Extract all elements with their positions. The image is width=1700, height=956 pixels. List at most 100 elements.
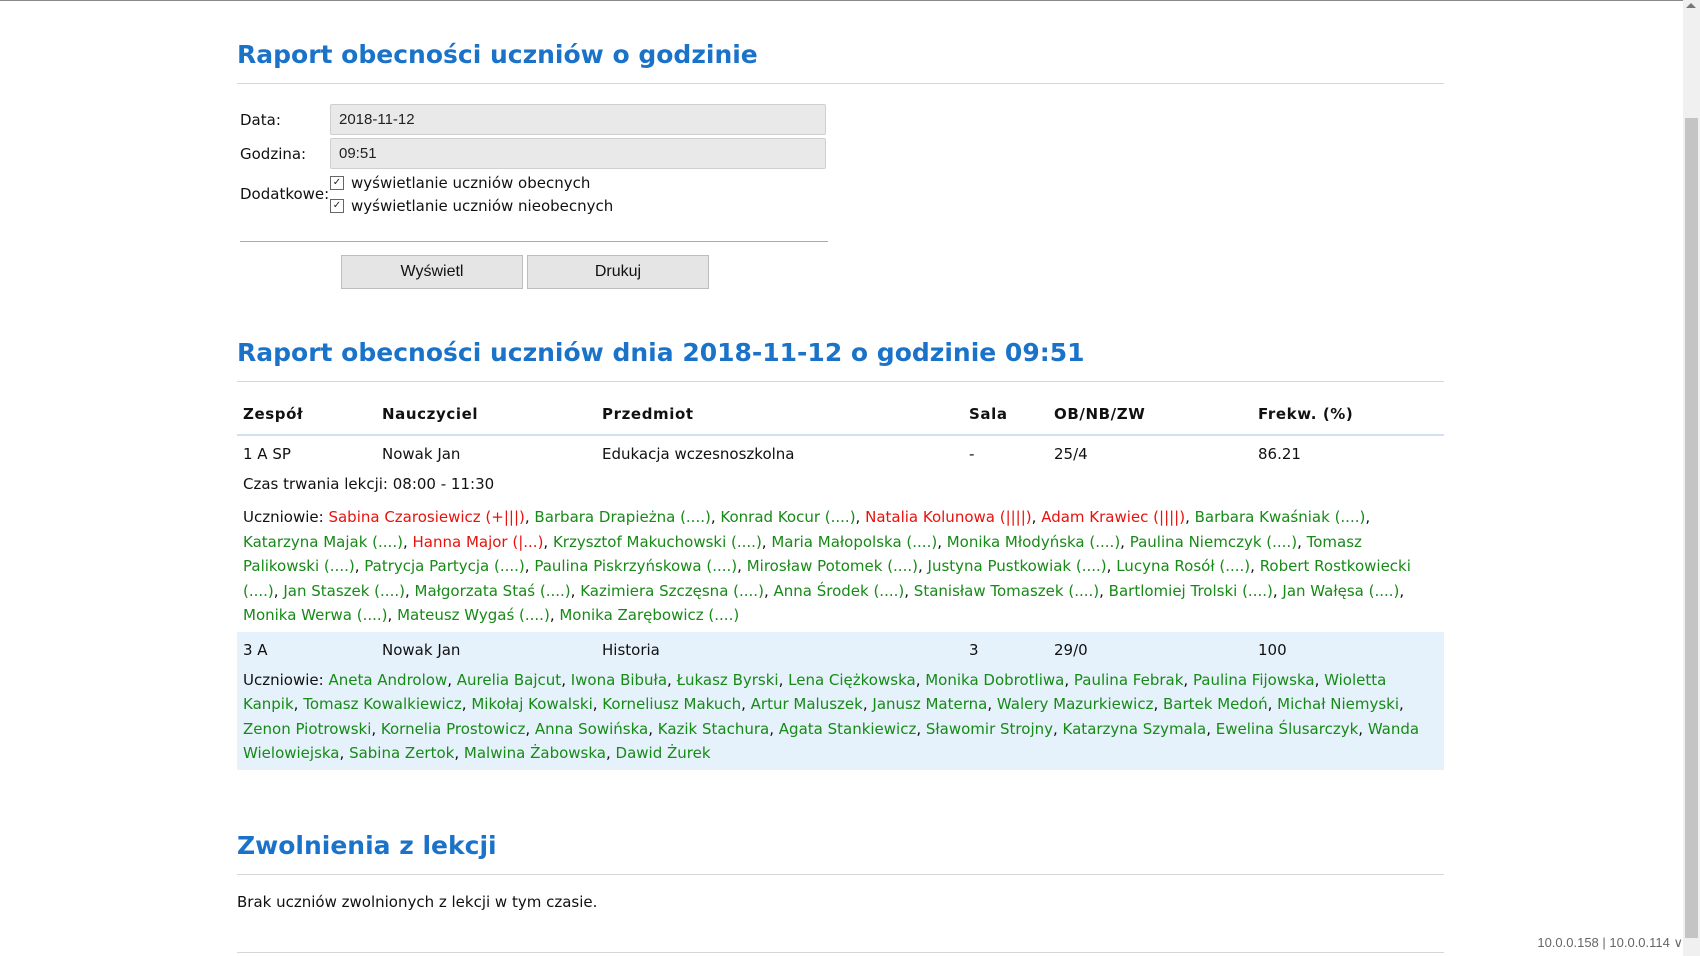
student-name: Lucyna Rosół (....) [1116,557,1251,575]
show-button[interactable]: Wyświetl [341,255,523,289]
dismissals-title: Zwolnienia z lekcji [237,831,1444,875]
student-name: Malwina Żabowska [463,744,606,762]
student-name: Sabina Zertok [349,744,455,762]
student-name: Hanna Major (|...) [412,532,544,551]
student-name: Konrad Kocur (....) [720,508,856,526]
student-list: Uczniowie: Sabina Czarosiewicz (+|||), B… [243,508,1411,624]
form-title: Raport obecności uczniów o godzinie [237,40,1444,84]
student-name: Monika Zarębowicz (....) [559,606,740,624]
student-name: Walery Mazurkiewicz [996,695,1154,713]
attendance-table: Zespół Nauczyciel Przedmiot Sala OB/NB/Z… [237,396,1444,770]
row-team: 1 A SP [243,445,291,463]
student-name: Jan Wałęsa (....) [1282,581,1400,600]
table-row: 1 A SP Nowak Jan Edukacja wczesnoszkolna… [237,436,1444,472]
student-name: Lena Ciężkowska [788,670,916,689]
student-list: Uczniowie: Aneta Androlow, Aurelia Bajcu… [243,670,1420,763]
absent-option[interactable]: ✓ wyświetlanie uczniów nieobecnych [330,194,613,217]
header-teacher: Nauczyciel [382,405,479,423]
student-name: Janusz Materna [872,695,988,713]
row-counts: 25/4 [1054,445,1088,463]
hour-input[interactable]: 09:51 [330,138,826,169]
page-scrollbar[interactable] [1683,0,1700,956]
student-name: Dawid Żurek [615,744,711,762]
student-name: Bartlomiej Trolski (....) [1108,581,1273,600]
scrollbar-thumb[interactable] [1685,118,1698,938]
lesson-duration: Czas trwania lekcji: 08:00 - 11:30 [243,475,495,493]
student-name: Agata Stankiewicz [778,719,917,738]
report-title: Raport obecności uczniów dnia 2018-11-12… [237,338,1444,382]
student-name: Aneta Androlow [328,670,448,689]
student-name: Michał Niemyski [1277,695,1400,713]
extra-options: ✓ wyświetlanie uczniów obecnych ✓ wyświe… [330,171,613,217]
student-name: Bartek Medoń [1163,695,1268,713]
date-input[interactable]: 2018-11-12 [330,104,826,135]
header-attendance: Frekw. (%) [1258,405,1354,423]
student-name: Kazik Stachura [657,719,770,738]
student-name: Tomasz Kowalkiewicz [303,695,462,713]
student-name: Iwona Bibuła [570,670,668,689]
student-name: Justyna Pustkowiak (....) [927,557,1107,575]
window-top-border [0,0,1700,1]
row-room: - [969,445,975,463]
student-name: Małgorzata Staś (....) [414,581,571,600]
row-teacher: Nowak Jan [382,640,461,659]
hour-row: Godzina: 09:51 [240,138,826,169]
student-name: Barbara Drapieżna (....) [534,508,711,526]
student-name: Patrycja Partycja (....) [364,557,525,575]
student-name: Monika Młodyńska (....) [946,532,1121,551]
student-name: Mirosław Potomek (....) [746,557,918,575]
present-checkbox[interactable]: ✓ [330,175,344,190]
student-name: Zenon Piotrowski [243,719,372,738]
dismissals-text: Brak uczniów zwolnionych z lekcji w tym … [237,893,598,911]
present-checkbox-label[interactable]: wyświetlanie uczniów obecnych [351,174,590,192]
student-name: Sabina Czarosiewicz (+|||) [328,508,525,526]
student-name: Maria Małopolska (....) [771,532,938,551]
date-label: Data: [240,110,281,129]
student-name: Stanisław Tomaszek (....) [913,581,1100,600]
student-name: Anna Sowińska [534,719,649,738]
student-name: Monika Werwa (....) [243,606,388,624]
students-label: Uczniowie: [243,670,324,689]
row-attendance: 100 [1258,640,1287,659]
date-row: Data: 2018-11-12 [240,104,826,135]
print-button[interactable]: Drukuj [527,255,709,289]
student-name: Katarzyna Szymala [1062,719,1207,738]
student-name: Paulina Piskrzyńskowa (....) [534,557,738,575]
present-option[interactable]: ✓ wyświetlanie uczniów obecnych [330,171,613,194]
group-1a-sp: 1 A SP Nowak Jan Edukacja wczesnoszkolna… [237,436,1444,632]
absent-checkbox[interactable]: ✓ [330,198,344,213]
student-name: Monika Dobrotliwa [925,670,1065,689]
row-counts: 29/0 [1054,640,1088,659]
student-name: Barbara Kwaśniak (....) [1194,508,1366,526]
student-name: Jan Staszek (....) [283,581,405,600]
student-name: Mateusz Wygaś (....) [397,606,550,624]
hour-label: Godzina: [240,144,307,163]
student-name: Katarzyna Majak (....) [243,532,403,551]
table-header: Zespół Nauczyciel Przedmiot Sala OB/NB/Z… [237,396,1444,436]
student-name: Ewelina Ślusarczyk [1215,719,1359,738]
student-name: Łukasz Byrski [676,670,779,689]
header-room: Sala [969,405,1008,423]
student-name: Kazimiera Szczęsna (....) [580,581,764,600]
student-name: Natalia Kolunowa (||||) [865,508,1032,526]
student-name: Sławomir Strojny [925,719,1053,738]
student-name: Paulina Fijowska [1192,670,1315,689]
scroll-up-icon[interactable] [1686,3,1696,8]
extra-row: Dodatkowe: ✓ wyświetlanie uczniów obecny… [240,171,613,217]
absent-checkbox-label[interactable]: wyświetlanie uczniów nieobecnych [351,197,613,215]
group-3a: 3 A Nowak Jan Historia 3 29/0 100 Ucznio… [237,631,1444,770]
student-name: Kornelia Prostowicz [380,719,526,738]
row-teacher: Nowak Jan [382,445,461,463]
table-row: 3 A Nowak Jan Historia 3 29/0 100 [237,632,1444,668]
student-name: Mikołaj Kowalski [471,695,593,713]
header-team: Zespół [243,405,304,423]
students-label: Uczniowie: [243,508,324,526]
row-subject: Edukacja wczesnoszkolna [602,445,795,463]
student-name: Krzysztof Makuchowski (....) [552,532,762,551]
form-divider [240,241,828,242]
row-attendance: 86.21 [1258,445,1301,463]
student-name: Artur Maluszek [750,695,863,713]
student-name: Paulina Niemczyk (....) [1129,532,1298,551]
student-name: Anna Środek (....) [773,581,905,600]
header-counts: OB/NB/ZW [1054,405,1146,423]
